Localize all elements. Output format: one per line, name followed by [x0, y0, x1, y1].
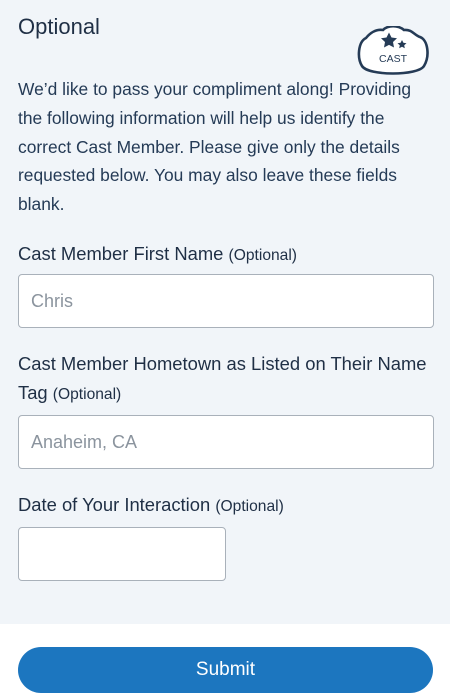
submit-button[interactable]: Submit	[18, 647, 433, 693]
optional-section: Optional CAST We’d like to pass your com…	[0, 0, 450, 624]
intro-text: We’d like to pass your compliment along!…	[18, 79, 412, 215]
interaction-date-label: Date of Your Interaction (Optional)	[18, 490, 430, 521]
first-name-optional-tag: (Optional)	[228, 247, 297, 264]
interaction-date-optional-tag: (Optional)	[215, 498, 284, 515]
badge-text: CAST	[379, 53, 408, 65]
hometown-optional-tag: (Optional)	[52, 386, 122, 403]
section-title: Optional	[18, 14, 100, 39]
first-name-label-text: Cast Member First Name	[18, 243, 224, 264]
hometown-label: Cast Member Hometown as Listed on Their …	[18, 349, 430, 409]
first-name-field[interactable]	[18, 274, 434, 328]
cast-badge-icon: CAST	[357, 26, 429, 75]
interaction-date-label-text: Date of Your Interaction	[18, 494, 211, 515]
hometown-field[interactable]	[18, 415, 434, 469]
interaction-date-field[interactable]	[18, 527, 226, 581]
first-name-label: Cast Member First Name (Optional)	[18, 239, 430, 270]
